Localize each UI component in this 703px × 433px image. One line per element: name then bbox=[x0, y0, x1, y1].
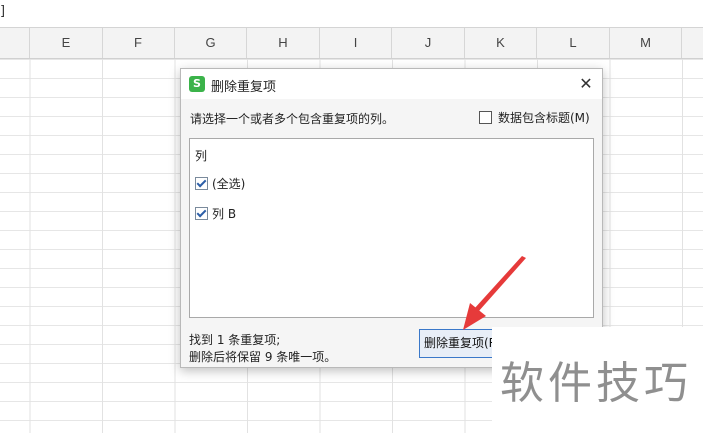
status-keep-text: 删除后将保留 9 条唯一项。 bbox=[189, 350, 337, 364]
list-item-column-b[interactable]: 列 B bbox=[195, 205, 236, 222]
column-header-i[interactable]: I bbox=[320, 28, 392, 58]
column-header-partial[interactable] bbox=[0, 28, 30, 58]
list-item-label: (全选) bbox=[212, 177, 246, 191]
dialog-titlebar[interactable]: S 删除重复项 ✕ bbox=[181, 69, 602, 99]
watermark-text: 软件技巧 bbox=[500, 358, 692, 409]
column-header-l[interactable]: L bbox=[537, 28, 610, 58]
dialog-title: 删除重复项 bbox=[211, 80, 277, 95]
close-icon[interactable]: ✕ bbox=[574, 72, 598, 96]
data-has-headers-label: 数据包含标题(M) bbox=[498, 111, 590, 125]
remove-duplicates-button[interactable]: 删除重复项(R) bbox=[419, 329, 499, 358]
column-header-m[interactable]: M bbox=[610, 28, 682, 58]
watermark-overlay: 软件技巧 bbox=[492, 327, 703, 433]
column-list-header: 列 bbox=[195, 149, 208, 163]
instruction-text: 请选择一个或者多个包含重复项的列。 bbox=[190, 112, 395, 126]
status-found-text: 找到 1 条重复项; bbox=[189, 333, 281, 347]
formula-bar[interactable]: ] bbox=[0, 0, 703, 28]
column-list[interactable]: 列 (全选) 列 B bbox=[189, 138, 594, 318]
column-header-j[interactable]: J bbox=[392, 28, 465, 58]
checkbox-checked-icon[interactable] bbox=[195, 207, 208, 220]
data-has-headers-checkbox[interactable]: 数据包含标题(M) bbox=[479, 109, 590, 126]
column-header-row: E F G H I J K L M bbox=[0, 28, 703, 59]
checkbox-unchecked-icon[interactable] bbox=[479, 111, 492, 124]
column-header-f[interactable]: F bbox=[102, 28, 175, 58]
list-item-label: 列 B bbox=[212, 207, 237, 221]
column-header-k[interactable]: K bbox=[465, 28, 537, 58]
checkbox-checked-icon[interactable] bbox=[195, 177, 208, 190]
column-header-g[interactable]: G bbox=[175, 28, 247, 58]
remove-duplicates-dialog: S 删除重复项 ✕ 请选择一个或者多个包含重复项的列。 数据包含标题(M) 列 … bbox=[180, 68, 603, 368]
column-header-partial-right[interactable] bbox=[682, 28, 703, 58]
list-item-select-all[interactable]: (全选) bbox=[195, 175, 245, 192]
formula-bracket: ] bbox=[0, 4, 6, 19]
column-header-h[interactable]: H bbox=[247, 28, 320, 58]
wps-app-icon: S bbox=[189, 76, 205, 92]
column-header-e[interactable]: E bbox=[30, 28, 103, 58]
